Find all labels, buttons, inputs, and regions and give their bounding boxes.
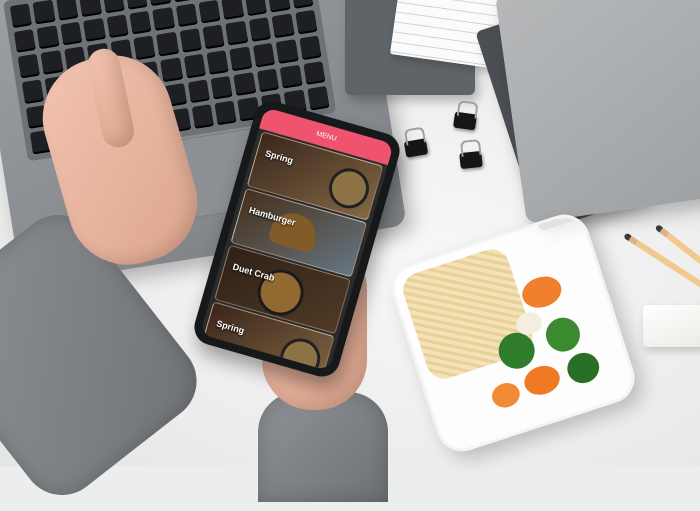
keyboard-key [129, 10, 152, 35]
keyboard-key [13, 28, 37, 54]
app-header-title: MENU [315, 129, 338, 143]
keyboard-key [202, 24, 226, 50]
keyboard-key [306, 86, 330, 111]
keyboard-key [187, 79, 210, 104]
keyboard-key [17, 54, 41, 79]
keyboard-key [198, 0, 222, 24]
binder-clip [459, 150, 483, 170]
keyboard-key [152, 6, 175, 32]
keyboard-key [171, 0, 194, 3]
keyboard-key [302, 60, 326, 86]
keyboard-key [21, 79, 45, 104]
keyboard-key [221, 0, 245, 21]
keyboard-key [206, 50, 230, 75]
keyboard-key [191, 104, 215, 129]
keyboard-key [36, 25, 60, 50]
keyboard-key [133, 35, 156, 61]
keyboard-key [59, 21, 83, 46]
broccoli [541, 313, 585, 357]
broccoli [563, 348, 604, 388]
keyboard-key [55, 0, 79, 21]
carrot-slice [518, 271, 566, 313]
keyboard-key [279, 64, 303, 89]
keyboard-key [233, 71, 257, 97]
keyboard-key [106, 14, 129, 39]
keyboard-key [298, 35, 322, 60]
carrot-slice [520, 361, 564, 400]
keyboard-key [125, 0, 148, 10]
carrot-slice [488, 379, 523, 411]
keyboard-key [275, 39, 299, 64]
keyboard-key [210, 75, 234, 100]
keyboard-key [214, 100, 238, 126]
keyboard-key [225, 21, 249, 46]
keyboard-key [256, 68, 280, 93]
felt-folder [495, 0, 700, 224]
keyboard-key [183, 53, 206, 79]
keyboard-key [9, 3, 33, 28]
keyboard-key [83, 17, 106, 43]
keyboard-key [79, 0, 102, 17]
keyboard-key [160, 57, 183, 82]
keyboard-key [156, 32, 179, 57]
eraser [643, 305, 700, 347]
keyboard-key [102, 0, 125, 14]
keyboard-key [252, 42, 276, 68]
keyboard-key [294, 10, 318, 35]
binder-clip [452, 111, 478, 131]
keyboard-key [290, 0, 314, 10]
keyboard-key [267, 0, 291, 13]
keyboard-key [175, 3, 198, 28]
keyboard-key [248, 17, 272, 42]
keyboard-key [244, 0, 268, 17]
keyboard-key [271, 13, 295, 39]
camera-notch [326, 118, 336, 127]
keyboard-key [148, 0, 171, 6]
keyboard-key [40, 50, 64, 75]
keyboard-key [179, 28, 202, 53]
keyboard-key [32, 0, 56, 25]
keyboard-key [229, 46, 253, 71]
